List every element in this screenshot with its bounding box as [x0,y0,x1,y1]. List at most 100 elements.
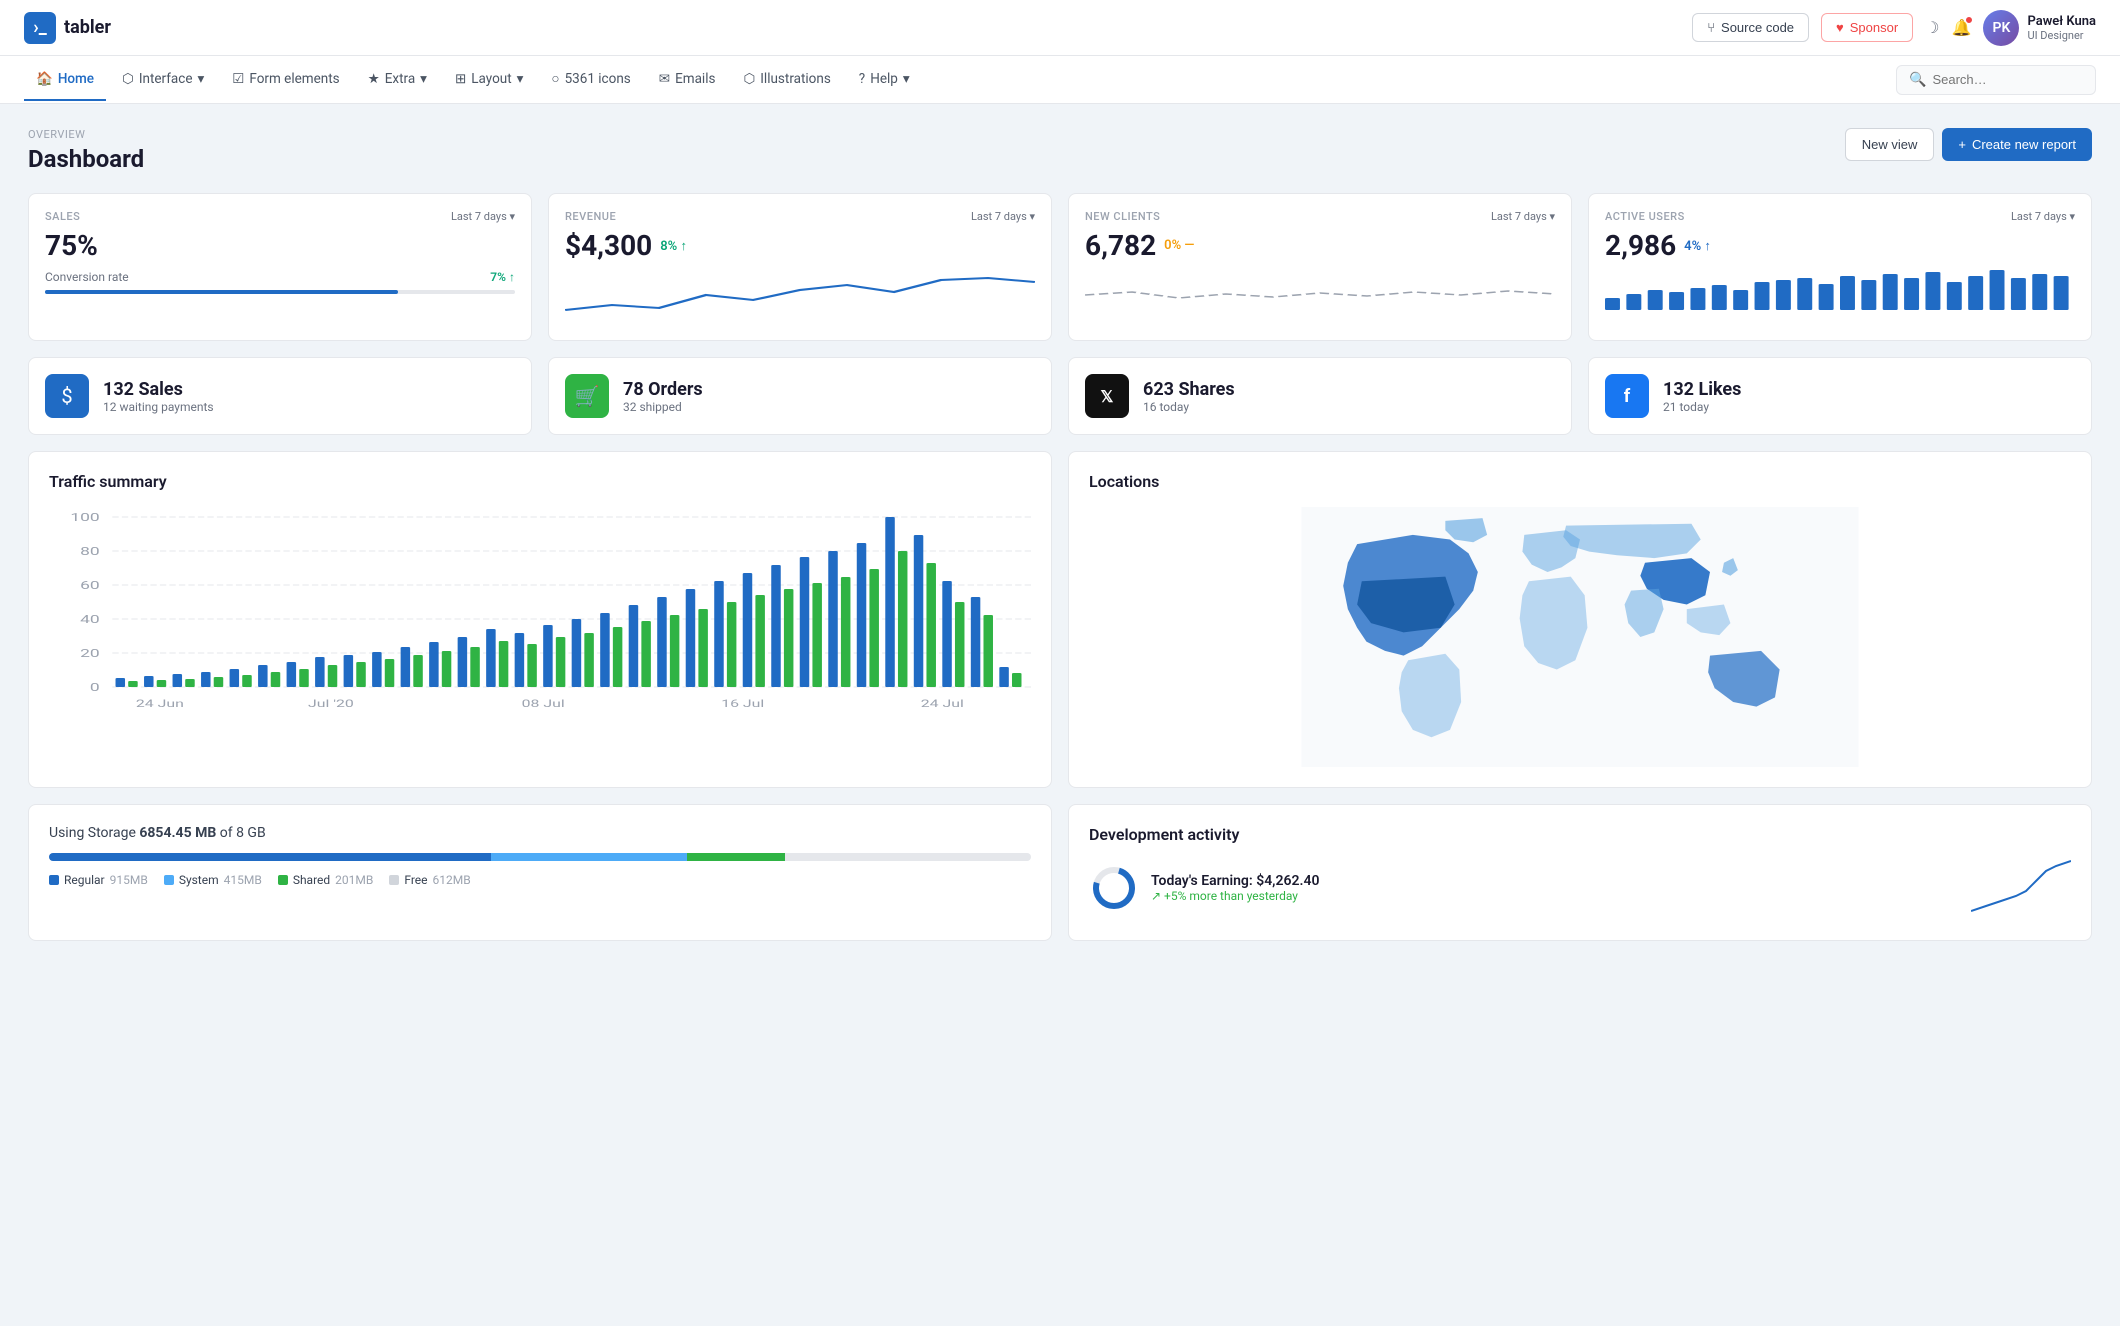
user-name: Paweł Kuna [2027,14,2096,29]
user-role: UI Designer [2027,29,2096,42]
nav-item-extra[interactable]: ★ Extra ▾ [356,59,439,101]
nav-item-icons[interactable]: ○ 5361 icons [539,59,642,101]
topbar-right: ⑂ Source code ♥ Sponsor ☽ 🔔 PK Paweł Kun… [1692,10,2096,46]
legend-system: System 415MB [164,873,262,887]
create-report-button[interactable]: + Create new report [1942,128,2092,161]
shares-main: 623 Shares [1143,379,1235,400]
sales-icon: $ [45,374,89,418]
users-bars [1605,270,2075,310]
star-icon: ★ [368,71,380,87]
revenue-sparkline [565,270,1035,320]
nav-item-form-elements[interactable]: ☑ Form elements [220,59,351,101]
svg-text:40: 40 [80,612,100,626]
stat-card-revenue: REVENUE Last 7 days ▾ $4,300 8% ↑ [548,193,1052,341]
info-card-likes: f 132 Likes 21 today [1588,357,2092,435]
nav-item-layout[interactable]: ⊞ Layout ▾ [443,59,535,101]
stat-value-users: 2,986 4% ↑ [1605,229,2075,262]
sponsor-button[interactable]: ♥ Sponsor [1821,13,1913,42]
progress-fill [45,290,398,294]
storage-seg-system [491,853,687,861]
source-code-button[interactable]: ⑂ Source code [1692,13,1809,42]
email-icon: ✉ [659,71,670,87]
notification-dot [1965,16,1973,24]
donut-chart [1089,863,1139,913]
map-svg [1089,507,2071,767]
legend-dot-regular [49,875,59,885]
stat-value-clients: 6,782 0% — [1085,229,1555,262]
likes-main: 132 Likes [1663,379,1741,400]
svg-text:100: 100 [70,510,99,524]
dark-mode-icon[interactable]: ☽ [1925,18,1939,37]
stat-period-users[interactable]: Last 7 days ▾ [2011,210,2075,223]
traffic-title: Traffic summary [49,472,1031,491]
info-card-orders: 🛒 78 Orders 32 shipped [548,357,1052,435]
svg-text:0: 0 [90,680,100,694]
users-badge: 4% ↑ [1684,238,1711,254]
search-box[interactable]: 🔍 [1896,65,2096,95]
icons-icon: ○ [551,71,559,87]
main-content: OVERVIEW Dashboard New view + Create new… [0,104,2120,965]
stat-period-clients[interactable]: Last 7 days ▾ [1491,210,1555,223]
bottom-cards: Using Storage 6854.45 MB of 8 GB Regular… [28,804,2092,941]
stat-card-sales: SALES Last 7 days ▾ 75% Conversion rate … [28,193,532,341]
storage-header: Using Storage 6854.45 MB of 8 GB [49,825,1031,841]
stat-label-clients: NEW CLIENTS [1085,210,1160,223]
avatar: PK [1983,10,2019,46]
conversion-label: Conversion rate [45,270,129,284]
info-card-sales: $ 132 Sales 12 waiting payments [28,357,532,435]
bar-chart: 100 80 60 40 20 0 [49,507,1031,727]
new-view-button[interactable]: New view [1845,128,1935,161]
storage-seg-free [785,853,1031,861]
dev-sparkline-area [1971,856,2071,920]
legend-regular: Regular 915MB [49,873,148,887]
legend-dot-shared [278,875,288,885]
clients-badge: 0% — [1164,238,1194,253]
svg-text:16 Jul: 16 Jul [721,699,764,710]
legend-free: Free 612MB [389,873,470,887]
nav-item-emails[interactable]: ✉ Emails [647,59,728,101]
shares-info: 623 Shares 16 today [1143,379,1235,414]
page-title-group: OVERVIEW Dashboard [28,128,144,173]
stat-period-sales[interactable]: Last 7 days ▾ [451,210,515,223]
form-icon: ☑ [232,71,244,87]
nav-item-interface[interactable]: ⬡ Interface ▾ [110,59,216,101]
notification-bell-icon[interactable]: 🔔 [1952,18,1972,37]
conversion-value: 7% ↑ [490,270,515,284]
chevron-down-icon: ▾ [197,71,204,87]
help-icon: ? [859,71,865,87]
nav-item-illustrations[interactable]: ⬡ Illustrations [731,59,842,101]
svg-text:24 Jun: 24 Jun [136,699,184,710]
dev-earning-details: Today's Earning: $4,262.40 ↗ +5% more th… [1151,873,1319,903]
user-menu[interactable]: PK Paweł Kuna UI Designer [1983,10,2096,46]
search-input[interactable] [1932,72,2083,87]
stat-value-revenue: $4,300 8% ↑ [565,229,1035,262]
stat-period-revenue[interactable]: Last 7 days ▾ [971,210,1035,223]
orders-info: 78 Orders 32 shipped [623,379,703,414]
sales-main: 132 Sales [103,379,214,400]
twitter-icon: 𝕏 [1085,374,1129,418]
chevron-down-icon-help: ▾ [903,71,910,87]
logo[interactable]: ›_ tabler [24,12,111,44]
search-icon: 🔍 [1909,72,1926,88]
shares-sub: 16 today [1143,400,1235,414]
revenue-badge: 8% ↑ [660,238,687,254]
stat-cards: SALES Last 7 days ▾ 75% Conversion rate … [28,193,2092,341]
user-details: Paweł Kuna UI Designer [2027,14,2096,42]
dev-activity-card: Development activity Today's Earning: $4… [1068,804,2092,941]
nav-item-home[interactable]: 🏠 Home [24,59,106,101]
orders-icon: 🛒 [565,374,609,418]
clients-sparkline [1085,270,1555,320]
header-buttons: New view + Create new report [1845,128,2092,161]
logo-text: tabler [64,17,111,38]
nav-item-help[interactable]: ? Help ▾ [847,59,922,101]
storage-legend: Regular 915MB System 415MB Shared 201MB … [49,873,1031,887]
traffic-summary-card: Traffic summary 100 80 60 40 20 0 [28,451,1052,788]
dev-earning: Today's Earning: $4,262.40 ↗ +5% more th… [1089,856,2071,920]
storage-seg-regular [49,853,491,861]
svg-text:60: 60 [80,578,100,592]
chevron-down-icon-layout: ▾ [517,71,524,87]
stat-card-users: ACTIVE USERS Last 7 days ▾ 2,986 4% ↑ [1588,193,2092,341]
interface-icon: ⬡ [122,71,134,87]
dev-earning-sub: ↗ +5% more than yesterday [1151,889,1319,903]
home-icon: 🏠 [36,71,53,87]
